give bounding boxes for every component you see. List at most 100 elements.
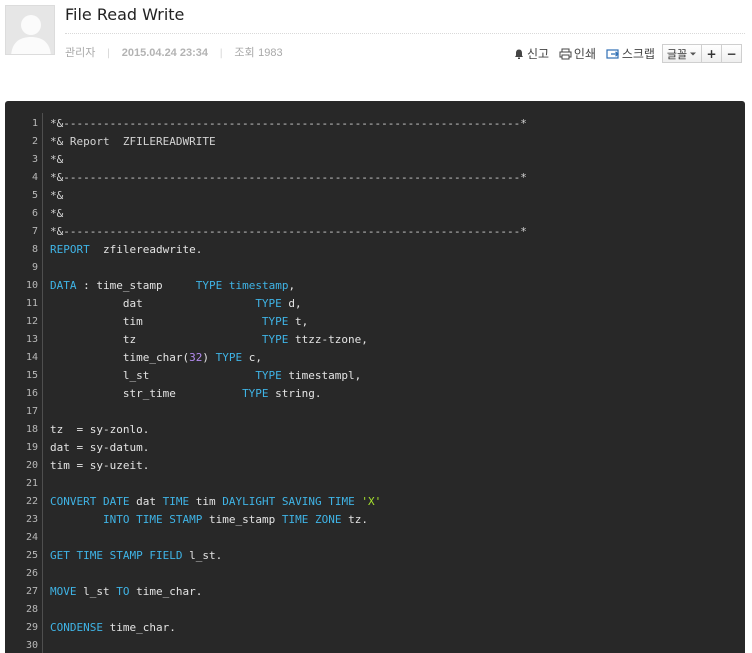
line-number: 14 [25, 352, 38, 363]
code-token: TYPE [255, 297, 282, 310]
code-token: l_st. [182, 549, 223, 562]
code-token: , [288, 279, 296, 292]
line-number: 11 [25, 298, 38, 309]
line-number: 28 [25, 604, 38, 615]
code-line: *& [50, 187, 63, 205]
line-number: 7 [31, 226, 38, 237]
code-block: 1 2 3 4 5 6 7 8 9 10 11 12 13 14 15 16 17 18 19 20 21 22 23 24 2… [5, 101, 745, 653]
code-token: tz [50, 333, 262, 346]
code-token: TO [116, 585, 130, 598]
meta-divider: | [219, 48, 223, 59]
code-token: TIME [76, 549, 104, 562]
line-number: 30 [25, 640, 38, 651]
print-button[interactable]: 인쇄 [559, 45, 596, 62]
code-token: 32 [189, 351, 203, 364]
post-date: 2015.04.24 23:34 [121, 47, 208, 59]
code-line: *& Report ZFILEREADWRITE [50, 133, 216, 151]
line-number: 26 [25, 568, 38, 579]
code-token: *&--------------------------------------… [50, 117, 527, 130]
code-token: TYPE [215, 351, 243, 364]
code-line: tim TYPE t, [50, 313, 308, 331]
printer-icon [559, 48, 572, 59]
scrap-icon [606, 48, 619, 59]
bell-icon [515, 49, 523, 59]
code-line: tim = sy-uzeit. [50, 457, 149, 475]
code-token: tim [189, 495, 223, 508]
line-number: 4 [31, 172, 38, 183]
line-number: 6 [31, 208, 38, 219]
scrap-button[interactable]: 스크랩 [606, 45, 655, 62]
code-token: tz = sy-zonlo. [50, 423, 150, 436]
code-line: dat = sy-datum. [50, 439, 149, 457]
code-token: DATE [102, 495, 130, 508]
code-token: *&--------------------------------------… [50, 171, 527, 184]
line-number: 29 [25, 622, 38, 633]
code-line: tz = sy-zonlo. [50, 421, 149, 439]
code-line: time_char(32) TYPE c, [50, 349, 262, 367]
code-line: CONDENSE time_char. [50, 619, 176, 637]
line-number: 12 [25, 316, 38, 327]
line-number: 13 [25, 334, 38, 345]
code-token: *& [50, 153, 64, 166]
code-token: : time_stamp [76, 279, 196, 292]
code-token: INTO [102, 513, 130, 526]
code-token: ttzz-tzone, [288, 333, 368, 346]
code-token: l_st [50, 369, 256, 382]
code-token: timestamp [228, 279, 289, 292]
line-number: 5 [31, 190, 38, 201]
line-number: 18 [25, 424, 38, 435]
code-token: c, [242, 351, 262, 364]
code-line: REPORT zfilereadwrite. [50, 241, 202, 259]
line-number: 22 [25, 496, 38, 507]
line-number: 21 [25, 478, 38, 489]
code-token: TIME [136, 513, 163, 526]
code-token: tim [50, 315, 262, 328]
line-number: 20 [25, 460, 38, 471]
post-meta: 관리자 | 2015.04.24 23:34 | 조회 1983 [65, 44, 283, 60]
title-divider [65, 33, 745, 34]
author-avatar[interactable] [5, 5, 55, 55]
print-label: 인쇄 [573, 47, 597, 61]
code-token: time_char. [102, 621, 176, 634]
code-token: DAYLIGHT [222, 495, 276, 508]
views-count: 1983 [258, 47, 283, 59]
code-token: TIME [162, 495, 190, 508]
font-increase-button[interactable]: + [701, 44, 722, 63]
code-token: ) [202, 351, 216, 364]
code-token: zfilereadwrite. [89, 243, 203, 256]
code-line: GET TIME STAMP FIELD l_st. [50, 547, 222, 565]
line-number: 2 [31, 136, 38, 147]
line-number: 17 [25, 406, 38, 417]
line-number: 8 [31, 244, 38, 255]
font-select-label: 글꼴 [666, 47, 688, 61]
code-line: *& [50, 151, 63, 169]
code-token: *&--------------------------------------… [50, 225, 527, 238]
code-token: DATA [50, 279, 77, 292]
code-token: SAVING [281, 495, 322, 508]
code-line: str_time TYPE string. [50, 385, 322, 403]
code-token: 'X' [361, 495, 382, 508]
code-line: l_st TYPE timestampl, [50, 367, 361, 385]
code-token: tim = sy-uzeit. [50, 459, 150, 472]
code-token: TYPE [255, 369, 282, 382]
font-select-button[interactable]: 글꼴 [662, 44, 702, 63]
line-number: 27 [25, 586, 38, 597]
line-number: 15 [25, 370, 38, 381]
code-token: tz. [341, 513, 368, 526]
code-token: l_st [76, 585, 117, 598]
line-number: 24 [25, 532, 38, 543]
author-name[interactable]: 관리자 [65, 46, 95, 59]
code-line: *&--------------------------------------… [50, 115, 527, 133]
code-token: time_stamp [202, 513, 282, 526]
code-token: dat [129, 495, 163, 508]
line-number: 9 [31, 262, 38, 273]
font-decrease-button[interactable]: − [721, 44, 742, 63]
code-line: *&--------------------------------------… [50, 169, 527, 187]
code-token: MOVE [50, 585, 77, 598]
report-button[interactable]: 신고 [513, 45, 549, 62]
code-token: string. [268, 387, 322, 400]
